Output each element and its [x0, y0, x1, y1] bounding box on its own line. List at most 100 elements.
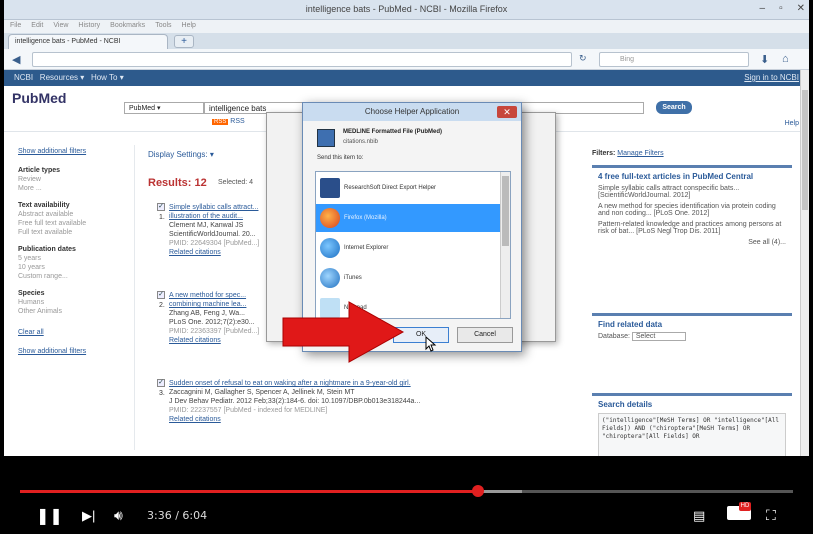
reload-icon[interactable]: ↻: [579, 53, 587, 64]
menu-bar: File Edit View History Bookmarks Tools H…: [4, 20, 809, 33]
scrollbar-thumb[interactable]: [802, 90, 808, 210]
menu-help[interactable]: Help: [182, 22, 196, 31]
free-article-item[interactable]: A new method for species identification …: [598, 203, 786, 217]
send-to-label: Send this item to:: [317, 155, 364, 161]
results-count: Results: 12: [148, 177, 207, 189]
filter-sidebar: Show additional filters Article types Re…: [18, 148, 128, 367]
browser-search-input[interactable]: Bing: [599, 52, 749, 67]
show-filters-link[interactable]: Show additional filters: [18, 148, 128, 155]
result-pmid: PMID: 22237557 [PubMed - indexed for MED…: [169, 407, 328, 414]
rss-link[interactable]: RSS RSS: [212, 118, 245, 125]
app-item-researchsoft[interactable]: ResearchSoft Direct Export Helper: [316, 174, 500, 202]
related-citations-link[interactable]: Related citations: [169, 415, 499, 424]
url-bar[interactable]: [32, 52, 572, 67]
result-title[interactable]: A new method for spec...: [169, 291, 269, 300]
time-display: 3:36 / 6:04: [147, 509, 208, 522]
column-divider: [134, 145, 135, 450]
result-pmid: PMID: 22363397 [PubMed...]: [169, 328, 260, 335]
free-article-item[interactable]: Simple syllabic calls attract conspecifi…: [598, 185, 786, 199]
result-checkbox[interactable]: ✓: [157, 291, 165, 299]
help-link[interactable]: Help: [785, 120, 799, 127]
home-icon[interactable]: ⌂: [782, 53, 789, 65]
video-progress-bar[interactable]: [20, 490, 793, 493]
filter-group-article-types: Article types Review More ...: [18, 167, 61, 192]
manage-filters-link[interactable]: Manage Filters: [617, 150, 663, 157]
display-settings[interactable]: Display Settings: ▾: [148, 150, 214, 159]
result-journal: PLoS One. 2012;7(2):e30...: [169, 319, 255, 326]
result-checkbox[interactable]: ✓: [157, 379, 165, 387]
pubmed-logo[interactable]: PubMed: [12, 90, 66, 106]
result-title[interactable]: Sudden onset of refusal to eat on waking…: [169, 379, 499, 388]
search-details-panel: Search details ("intelligence"[MeSH Term…: [592, 393, 792, 456]
search-details-text[interactable]: ("intelligence"[MeSH Terms] OR "intellig…: [598, 413, 786, 456]
maximize-icon[interactable]: ▫: [779, 3, 783, 14]
related-database-select[interactable]: Select: [631, 332, 687, 341]
show-filters-bottom-link[interactable]: Show additional filters: [18, 348, 128, 355]
selected-count: Selected: 4: [218, 179, 254, 186]
menu-view[interactable]: View: [53, 22, 68, 31]
settings-gear-icon[interactable]: HD: [727, 502, 751, 520]
menu-file[interactable]: File: [10, 22, 21, 31]
menu-bookmarks[interactable]: Bookmarks: [110, 22, 145, 31]
free-fulltext-panel: 4 free full-text articles in PubMed Cent…: [592, 165, 792, 250]
file-type: MEDLINE Formatted File (PubMed): [343, 129, 442, 135]
search-button[interactable]: Search: [656, 101, 692, 114]
cancel-button[interactable]: Cancel: [457, 327, 513, 343]
close-icon[interactable]: ✕: [797, 3, 805, 14]
volume-icon[interactable]: 🔊︎: [114, 507, 123, 524]
played-bar: [20, 490, 478, 493]
result-title[interactable]: Simple syllabic calls attract...: [169, 203, 269, 212]
application-list[interactable]: ResearchSoft Direct Export Helper Firefo…: [315, 171, 511, 319]
itunes-icon: [320, 268, 340, 288]
result-journal: J Dev Behav Pediatr. 2012 Feb;33(2):184-…: [169, 398, 421, 405]
tab-pubmed[interactable]: intelligence bats - PubMed - NCBI: [8, 34, 168, 49]
app-item-itunes[interactable]: iTunes: [316, 264, 500, 292]
list-scrollbar-thumb[interactable]: [502, 176, 509, 246]
video-player-controls: ❚❚ ▶| 🔊︎ 3:36 / 6:04 ▤ HD ⛶: [0, 456, 813, 534]
dialog-title: Choose Helper Application: [303, 103, 521, 121]
database-select[interactable]: PubMed ▾: [124, 102, 204, 114]
window-title: intelligence bats - PubMed - NCBI - Mozi…: [305, 4, 508, 14]
tab-bar: intelligence bats - PubMed - NCBI +: [4, 33, 809, 49]
scrubber-handle[interactable]: [472, 485, 484, 497]
app-item-firefox[interactable]: Firefox (Mozilla): [316, 204, 500, 232]
pause-icon[interactable]: ❚❚: [36, 506, 63, 526]
list-scrollbar[interactable]: [500, 172, 510, 318]
next-icon[interactable]: ▶|: [82, 508, 95, 524]
download-icon[interactable]: ⬇: [760, 53, 769, 66]
result-authors: Clement MJ, Kanwal JS: [169, 222, 244, 229]
related-citations-link[interactable]: Related citations: [169, 336, 269, 345]
result-authors: Zaccagnini M, Gallagher S, Spencer A, Je…: [169, 389, 355, 396]
minimize-icon[interactable]: –: [760, 3, 766, 14]
result-item: ✓ 3. Sudden onset of refusal to eat on w…: [157, 379, 499, 424]
window-controls: – ▫ ✕: [760, 3, 806, 14]
page-scrollbar[interactable]: [800, 70, 809, 456]
howto-menu[interactable]: How To: [91, 73, 118, 82]
find-related-panel: Find related data Database: Select: [592, 313, 792, 344]
free-article-item[interactable]: Pattern-related knowledge and practices …: [598, 221, 786, 235]
resources-menu[interactable]: Resources: [40, 73, 78, 82]
file-name: citations.nbib: [343, 139, 379, 145]
firefox-icon: [320, 208, 340, 228]
app-item-internet-explorer[interactable]: Internet Explorer: [316, 234, 500, 262]
dialog-close-icon[interactable]: ✕: [497, 106, 517, 118]
see-all-link[interactable]: See all (4)...: [598, 239, 786, 246]
result-authors: Zhang AB, Feng J, Wa...: [169, 310, 245, 317]
back-arrow-icon[interactable]: ◀: [12, 53, 20, 66]
new-tab-button[interactable]: +: [174, 35, 194, 48]
internet-explorer-icon: [320, 238, 340, 258]
clear-all-link[interactable]: Clear all: [18, 329, 128, 336]
filter-group-text-availability: Text availability Abstract available Fre…: [18, 202, 87, 236]
right-column: Filters: Manage Filters 4 free full-text…: [592, 150, 792, 250]
menu-history[interactable]: History: [78, 22, 100, 31]
menu-tools[interactable]: Tools: [155, 22, 171, 31]
result-checkbox[interactable]: ✓: [157, 203, 165, 211]
signin-link[interactable]: Sign in to NCBI: [744, 73, 799, 82]
related-citations-link[interactable]: Related citations: [169, 248, 269, 257]
captions-icon[interactable]: ▤: [693, 508, 705, 524]
menu-edit[interactable]: Edit: [31, 22, 43, 31]
navigation-bar: ◀ ↻ Bing ⬇ ⌂: [4, 49, 809, 70]
ncbi-brand[interactable]: NCBI: [14, 73, 33, 82]
fullscreen-icon[interactable]: ⛶: [766, 507, 776, 524]
file-icon: [317, 129, 335, 147]
